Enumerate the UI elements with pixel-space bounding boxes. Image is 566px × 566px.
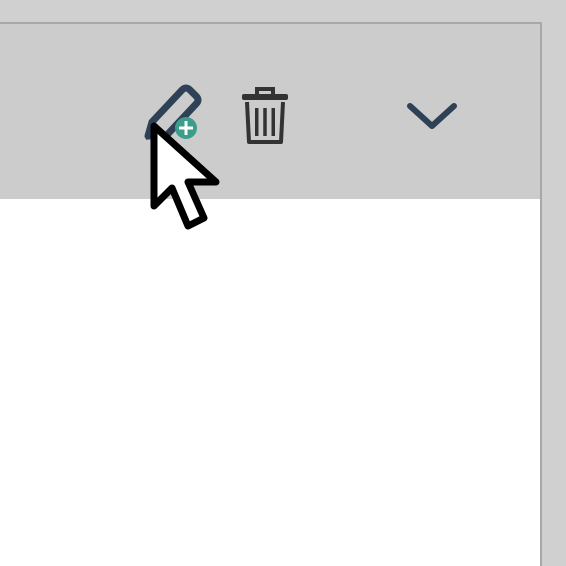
pencil-plus-icon [144, 84, 202, 140]
panel [0, 22, 542, 566]
app-window [0, 0, 566, 566]
panel-header [0, 24, 540, 199]
chevron-down-icon [407, 103, 457, 129]
trash-icon [242, 87, 288, 144]
collapse-button[interactable] [402, 94, 462, 138]
add-note-button[interactable] [138, 82, 204, 146]
panel-body [0, 199, 540, 566]
delete-button[interactable] [238, 86, 292, 146]
